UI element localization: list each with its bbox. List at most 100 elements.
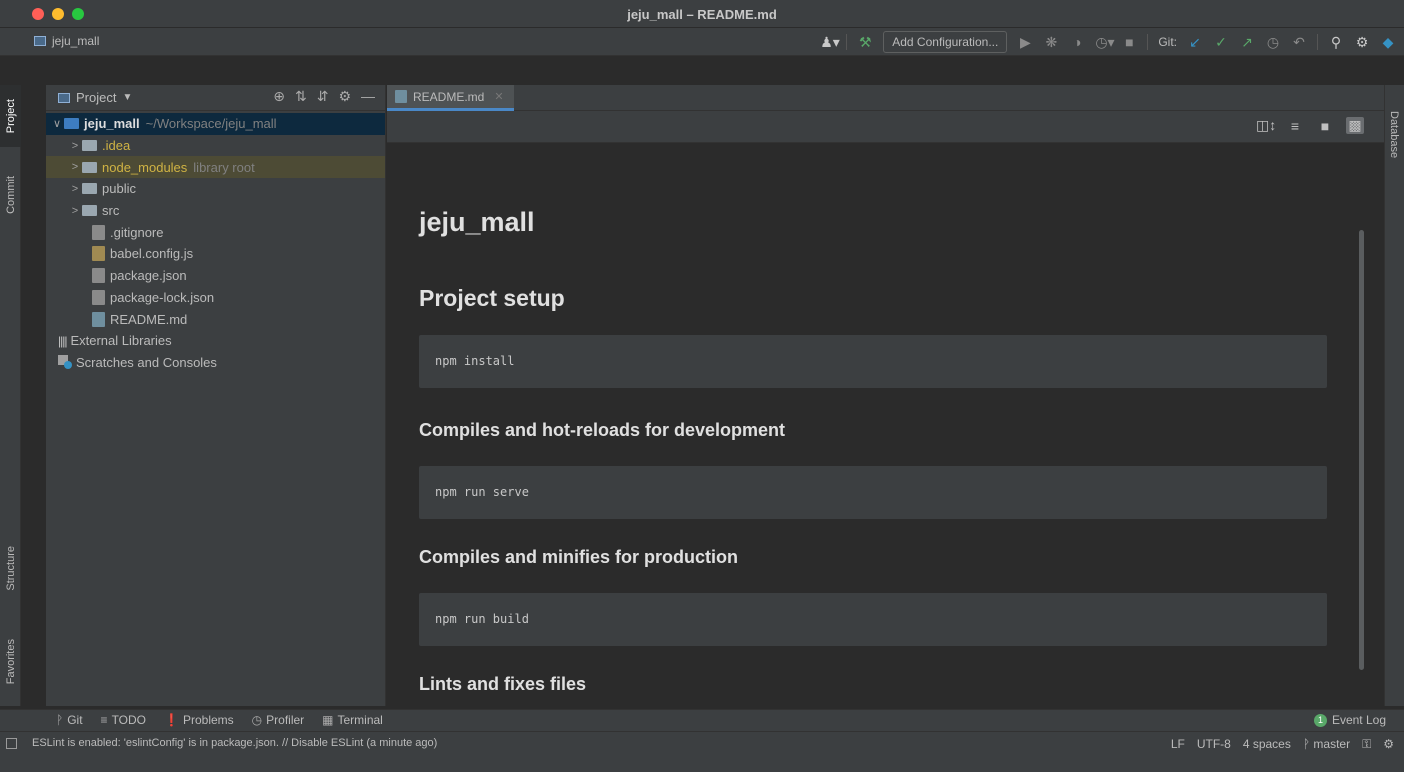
- tree-item-readme[interactable]: README.md: [46, 308, 385, 330]
- project-panel: Project ▼ ⊕ ⇅ ⇵ ⚙ — ∨ jeju_mall ~/Worksp…: [46, 85, 386, 706]
- collapse-all-icon[interactable]: ⇵: [317, 88, 329, 105]
- expand-all-icon[interactable]: ⇅: [295, 88, 307, 105]
- chevron-right-icon[interactable]: >: [68, 161, 82, 173]
- breadcrumb[interactable]: jeju_mall: [34, 34, 99, 48]
- code-block: npm run serve: [419, 466, 1327, 519]
- project-tree: ∨ jeju_mall ~/Workspace/jeju_mall > .ide…: [46, 111, 385, 373]
- toggle-tool-windows-icon[interactable]: [6, 738, 17, 749]
- profiler-icon: ◷: [251, 713, 263, 727]
- folder-icon: [64, 118, 79, 130]
- git-branch-widget[interactable]: ᚹ master: [1303, 737, 1350, 752]
- tool-tab-terminal[interactable]: ▦ Terminal: [322, 713, 383, 727]
- tree-item-node-modules[interactable]: > node_modules library root: [46, 156, 385, 179]
- library-icon: ||||: [58, 333, 68, 348]
- tool-tab-problems[interactable]: ❗ Problems: [164, 713, 234, 727]
- tool-tab-todo[interactable]: ≡ TODO: [101, 713, 146, 727]
- folder-icon: [82, 161, 97, 173]
- json-file-icon: [92, 289, 105, 305]
- tool-tab-favorites[interactable]: Favorites: [0, 625, 21, 699]
- line-separator-widget[interactable]: LF: [1171, 737, 1185, 752]
- git-branch-icon: ᚹ: [1302, 737, 1314, 751]
- run-icon[interactable]: ▶: [1017, 31, 1033, 53]
- project-view-icon: [58, 92, 70, 103]
- editor-tab-readme[interactable]: README.md ✕: [387, 85, 514, 111]
- chevron-right-icon[interactable]: >: [68, 205, 82, 217]
- git-update-icon[interactable]: ↙: [1187, 31, 1203, 53]
- navigation-bar: jeju_mall ♟▾ ⚒ Add Configuration... ▶ ❋ …: [0, 28, 1404, 56]
- tool-tab-structure[interactable]: Structure: [0, 533, 21, 603]
- project-view-selector[interactable]: Project: [76, 90, 116, 105]
- chevron-down-icon[interactable]: ▼: [122, 92, 132, 103]
- status-message[interactable]: ESLint is enabled: 'eslintConfig' is in …: [32, 737, 437, 749]
- heading-lints: Lints and fixes files: [419, 674, 587, 694]
- project-panel-actions: ⊕ ⇅ ⇵ ⚙ —: [273, 88, 375, 105]
- tree-item-package-json[interactable]: package.json: [46, 265, 385, 287]
- git-rollback-icon[interactable]: ↶: [1291, 31, 1307, 53]
- split-view-icon[interactable]: ■: [1316, 118, 1334, 134]
- lock-icon[interactable]: ⚿: [1362, 737, 1371, 752]
- hide-panel-icon[interactable]: —: [361, 88, 375, 105]
- title-bar: jeju_mall – README.md: [0, 0, 1404, 28]
- terminal-icon: ▦: [322, 713, 334, 727]
- encoding-widget[interactable]: UTF-8: [1197, 737, 1231, 752]
- tree-item-gitignore[interactable]: .gitignore: [46, 221, 385, 243]
- toolbar-separator: [1147, 34, 1149, 50]
- git-history-icon[interactable]: ◷: [1265, 31, 1281, 53]
- window-title: jeju_mall – README.md: [627, 7, 777, 22]
- problems-icon: ❗: [164, 713, 179, 727]
- jetbrains-toolbox-icon[interactable]: ◆: [1380, 31, 1396, 53]
- settings-gear-icon[interactable]: ⚙: [1354, 31, 1370, 53]
- status-widgets: LF UTF-8 4 spaces ᚹ master ⚿ ⚙: [1171, 737, 1394, 752]
- tool-tab-database[interactable]: Database: [1388, 111, 1400, 158]
- tree-item-idea[interactable]: > .idea: [46, 135, 385, 157]
- add-configuration-button[interactable]: Add Configuration...: [883, 31, 1008, 53]
- search-icon[interactable]: ⚲: [1328, 31, 1344, 53]
- tool-tab-git[interactable]: ᚹ Git: [56, 713, 83, 727]
- heading-title: jeju_mall: [419, 207, 535, 237]
- tree-item-babel-config[interactable]: babel.config.js: [46, 243, 385, 265]
- editor-tab-bar: README.md ✕: [387, 85, 1384, 111]
- project-panel-header: Project ▼ ⊕ ⇅ ⇵ ⚙ —: [46, 85, 385, 111]
- list-icon: ≡: [100, 713, 108, 727]
- tool-tab-commit[interactable]: Commit: [0, 165, 21, 225]
- debug-icon[interactable]: ❋: [1043, 31, 1059, 53]
- stop-icon[interactable]: ■: [1121, 31, 1137, 53]
- tree-item-scratches[interactable]: Scratches and Consoles: [46, 352, 385, 374]
- chevron-right-icon[interactable]: >: [68, 183, 82, 195]
- coverage-icon[interactable]: ◑: [1069, 31, 1085, 53]
- git-commit-icon[interactable]: ✓: [1213, 31, 1229, 53]
- profile-icon[interactable]: ◷▾: [1095, 31, 1114, 53]
- gitignore-file-icon: [92, 224, 105, 240]
- inspection-icon[interactable]: ⚙: [1383, 737, 1394, 752]
- code-block: npm install: [419, 335, 1327, 388]
- settings-gear-icon[interactable]: ⚙: [338, 88, 351, 105]
- user-icon[interactable]: ♟▾: [820, 31, 840, 53]
- locate-file-icon[interactable]: ⊕: [273, 88, 285, 105]
- bottom-tool-tabs: ᚹ Git ≡ TODO ❗ Problems ◷ Profiler ▦ Terminal: [56, 713, 383, 727]
- chevron-down-icon[interactable]: ∨: [50, 117, 64, 130]
- tool-tab-project[interactable]: Project: [0, 85, 21, 147]
- markdown-file-icon: [92, 311, 105, 327]
- tree-root-jeju-mall[interactable]: ∨ jeju_mall ~/Workspace/jeju_mall: [46, 113, 385, 135]
- indent-widget[interactable]: 4 spaces: [1243, 737, 1291, 752]
- tree-item-package-lock-json[interactable]: package-lock.json: [46, 287, 385, 309]
- tree-item-public[interactable]: > public: [46, 178, 385, 200]
- tree-item-src[interactable]: > src: [46, 200, 385, 222]
- vertical-scrollbar[interactable]: [1359, 230, 1364, 670]
- preview-only-icon[interactable]: ▩: [1346, 117, 1364, 134]
- git-push-icon[interactable]: ↗: [1239, 31, 1255, 53]
- event-log-button[interactable]: 1 Event Log: [1313, 713, 1386, 727]
- json-file-icon: [92, 268, 105, 284]
- close-icon[interactable]: ✕: [494, 90, 503, 103]
- heading-dev: Compiles and hot-reloads for development: [419, 420, 786, 440]
- editor-only-icon[interactable]: ≡: [1286, 118, 1304, 134]
- markdown-file-icon: [395, 90, 407, 103]
- tool-tab-profiler[interactable]: ◷ Profiler: [252, 713, 305, 727]
- build-hammer-icon[interactable]: ⚒: [857, 31, 873, 53]
- tree-item-external-libraries[interactable]: |||| External Libraries: [46, 330, 385, 352]
- sync-scroll-icon[interactable]: ◫↕: [1256, 117, 1276, 134]
- status-bar: ESLint is enabled: 'eslintConfig' is in …: [0, 731, 1404, 754]
- event-count-badge: 1: [1313, 713, 1327, 727]
- chevron-right-icon[interactable]: >: [68, 140, 82, 152]
- project-icon: [34, 36, 46, 46]
